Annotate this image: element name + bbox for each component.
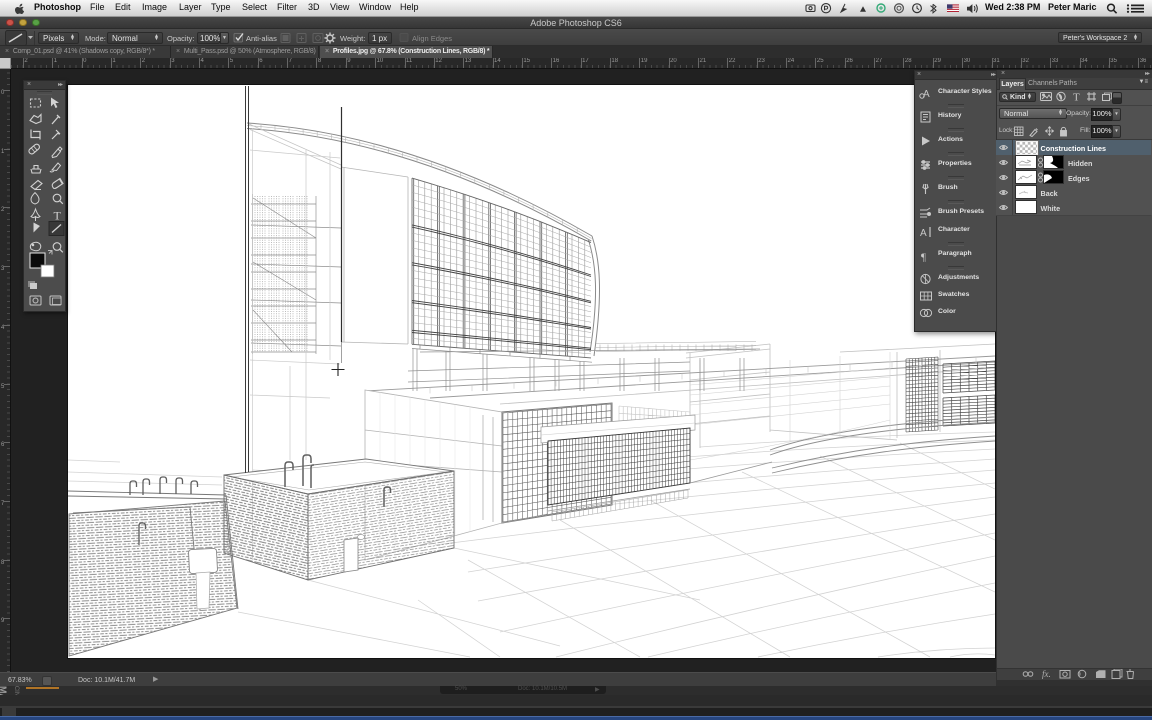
svg-text:A: A xyxy=(920,228,927,238)
svg-text:T: T xyxy=(1073,92,1080,103)
svg-text:fx.: fx. xyxy=(1042,669,1051,679)
svg-text:T: T xyxy=(54,209,62,223)
svg-text:¶: ¶ xyxy=(921,251,926,262)
